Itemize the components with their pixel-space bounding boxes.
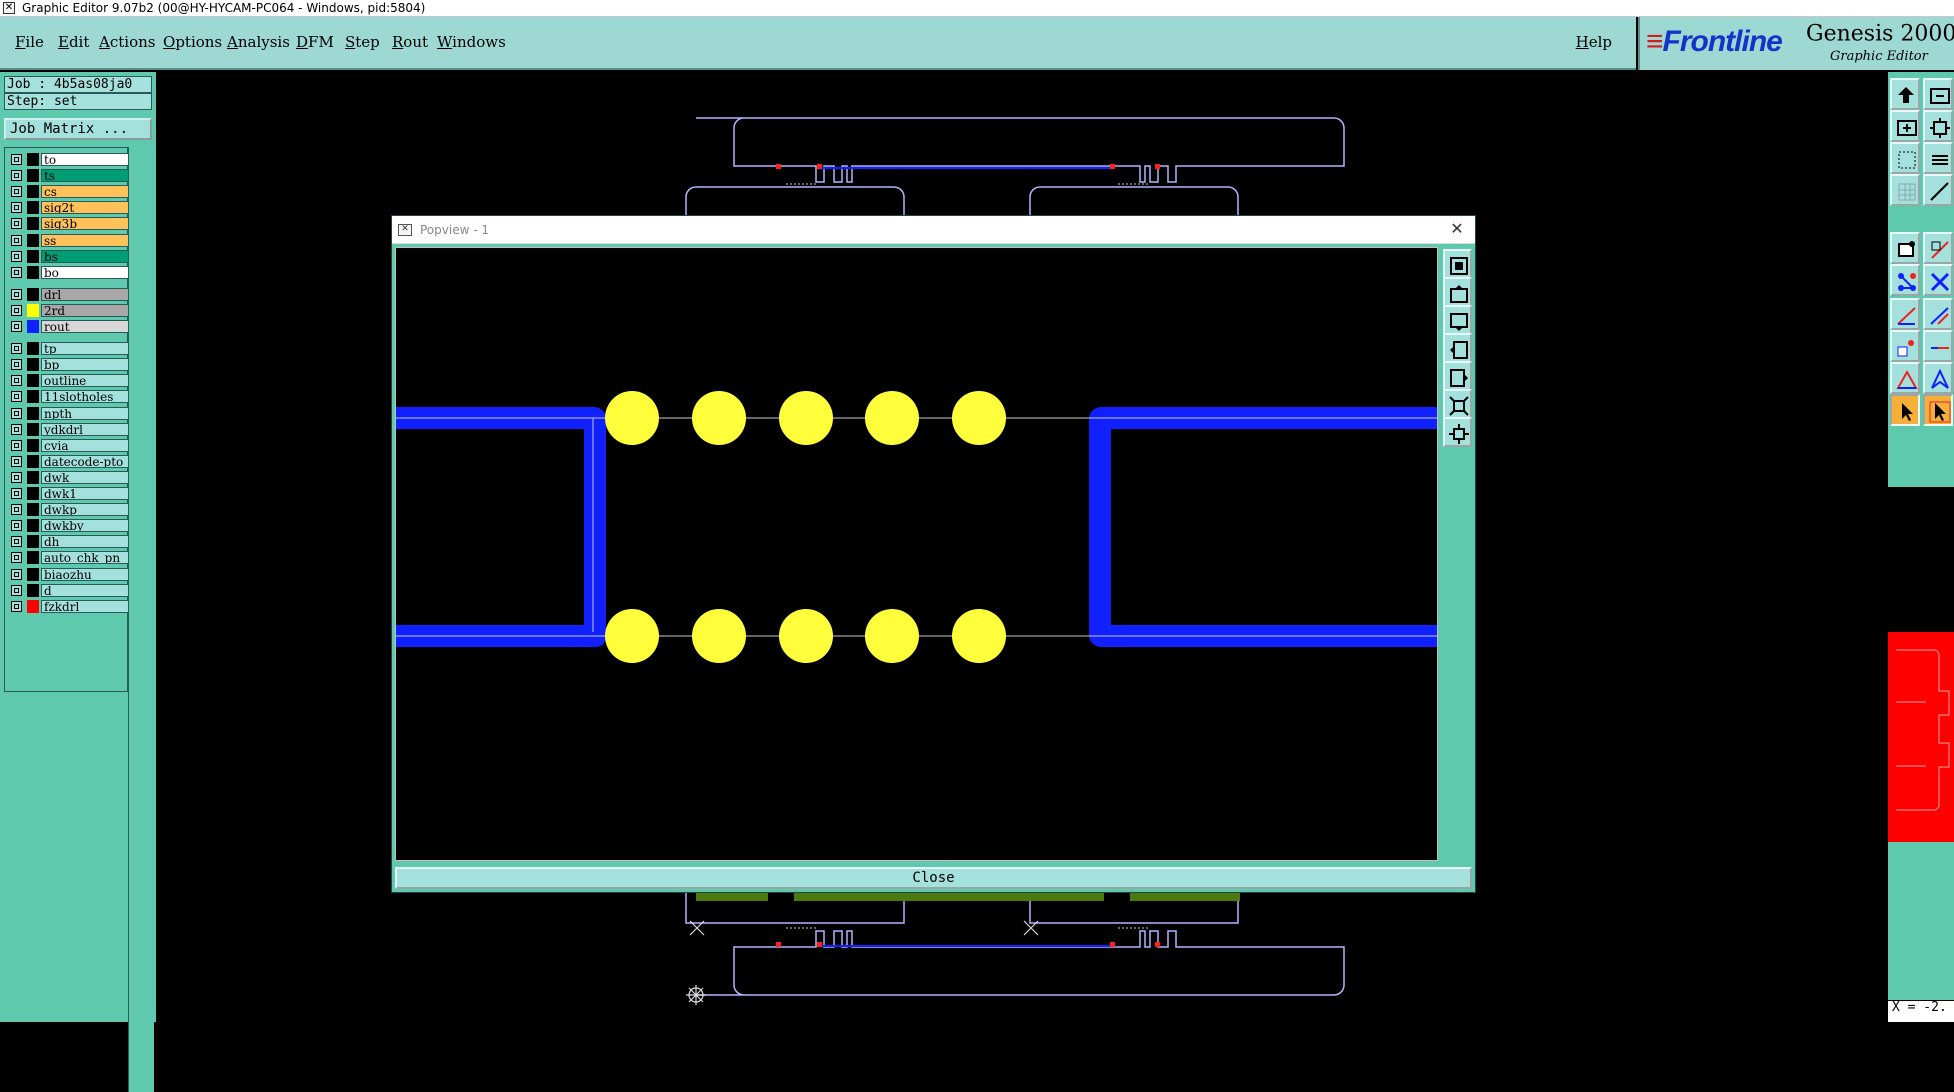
- pad-group: [605, 391, 1006, 663]
- pan-button[interactable]: [1923, 142, 1953, 174]
- overview-map[interactable]: [1888, 632, 1954, 842]
- popview-drawing: [396, 391, 1437, 663]
- pan-left-icon: [1450, 341, 1468, 359]
- close-icon[interactable]: ✕: [1445, 216, 1469, 244]
- fit-icon: [1930, 118, 1950, 138]
- slot-button[interactable]: [1923, 330, 1953, 362]
- zoom-out-button[interactable]: [1890, 110, 1920, 142]
- add-feature-button[interactable]: [1923, 232, 1953, 264]
- popview-dialog: ✕ Popview - 1 ✕ Close: [391, 215, 1476, 893]
- zoom-home-icon: [1898, 87, 1914, 103]
- fit-button[interactable]: [1923, 110, 1953, 142]
- pad-icon: [605, 609, 659, 663]
- slot-icon: [1931, 347, 1949, 349]
- angle-icon: [1930, 307, 1949, 325]
- pointer-icon: [1902, 403, 1913, 421]
- popview-app-icon: ✕: [398, 224, 412, 236]
- pointer-snap-icon: [1929, 401, 1951, 423]
- polygon-button[interactable]: [1923, 362, 1953, 394]
- pad-icon: [865, 609, 919, 663]
- measure-button[interactable]: [1923, 174, 1953, 206]
- select-button[interactable]: [1890, 232, 1920, 264]
- line-icon: [1897, 307, 1916, 325]
- zoom-window-icon: [1898, 151, 1916, 169]
- right-toolbar: X = -2.: [1888, 72, 1954, 1022]
- popview-pan-left-button[interactable]: [1443, 333, 1472, 363]
- zoom-window-button[interactable]: [1890, 142, 1920, 174]
- pad-icon: [779, 391, 833, 445]
- line-button[interactable]: [1890, 298, 1920, 330]
- polygon-icon: [1931, 368, 1949, 389]
- pad-icon: [1897, 340, 1914, 357]
- zoom-out-icon: [1897, 120, 1917, 136]
- close-button[interactable]: Close: [395, 867, 1472, 889]
- zoom-home-icon: [1450, 257, 1468, 275]
- grid-icon: [1898, 183, 1916, 201]
- pan-right-icon: [1450, 369, 1468, 387]
- select-icon: [1898, 241, 1915, 257]
- connect-button[interactable]: [1890, 264, 1920, 296]
- zoom-in-icon: [1450, 285, 1468, 303]
- pan-icon: [1932, 155, 1948, 165]
- angle-button[interactable]: [1923, 298, 1953, 330]
- grid-button[interactable]: [1890, 174, 1920, 206]
- zoom-in-icon: [1930, 88, 1950, 104]
- popview-pan-right-button[interactable]: [1443, 361, 1472, 391]
- popview-title: Popview - 1: [420, 223, 489, 237]
- popview-zoom-out-button[interactable]: [1443, 305, 1472, 335]
- zoom-in-button[interactable]: [1923, 78, 1953, 110]
- triangle-button[interactable]: [1890, 362, 1920, 394]
- pad-icon: [605, 391, 659, 445]
- measure-icon: [1930, 182, 1949, 201]
- pad-icon: [865, 391, 919, 445]
- popview-zoom-window-button[interactable]: [1443, 417, 1472, 447]
- popview-canvas[interactable]: [395, 247, 1438, 861]
- zoom-out-icon: [1450, 313, 1468, 331]
- triangle-icon: [1896, 369, 1918, 389]
- pad-icon: [952, 391, 1006, 445]
- cut-icon: [1930, 272, 1950, 292]
- pointer-snap-button[interactable]: [1923, 394, 1953, 426]
- pad-icon: [952, 609, 1006, 663]
- fit-icon: [1449, 396, 1469, 416]
- popview-zoom-home-button[interactable]: [1443, 249, 1472, 279]
- pad-icon: [692, 391, 746, 445]
- cut-button[interactable]: [1923, 264, 1953, 296]
- popview-zoom-in-button[interactable]: [1443, 277, 1472, 307]
- add-feature-icon: [1931, 241, 1949, 259]
- popview-toolbar: [1442, 247, 1474, 861]
- popview-fit-button[interactable]: [1443, 389, 1472, 419]
- pad-icon: [692, 609, 746, 663]
- pad-icon: [779, 609, 833, 663]
- popview-title-bar[interactable]: ✕ Popview - 1 ✕: [392, 216, 1475, 244]
- connect-icon: [1898, 273, 1916, 291]
- coordinate-readout: X = -2.: [1888, 1000, 1954, 1022]
- zoom-home-button[interactable]: [1890, 78, 1920, 110]
- pointer-button[interactable]: [1890, 394, 1920, 426]
- pad-button[interactable]: [1890, 330, 1920, 362]
- overview-map-drawing: [1896, 649, 1950, 811]
- zoom-window-icon: [1449, 424, 1469, 444]
